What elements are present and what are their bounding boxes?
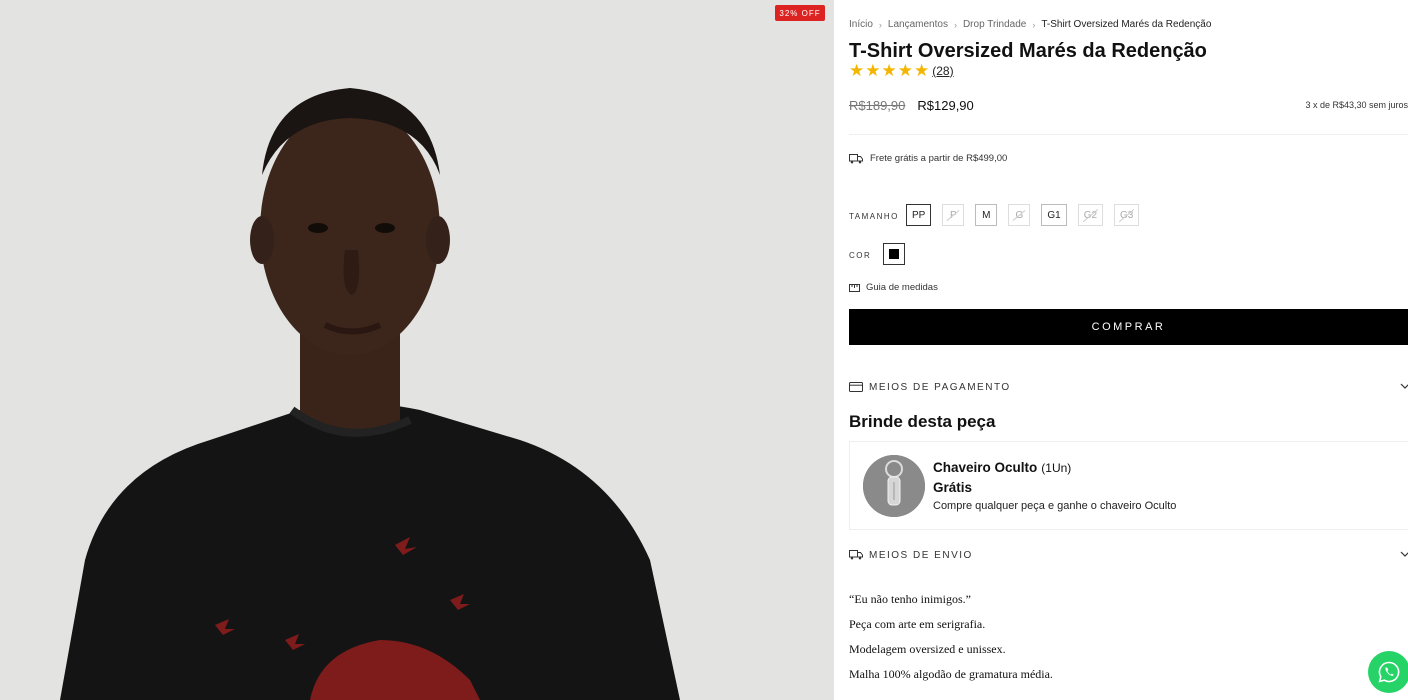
ruler-icon: [849, 283, 860, 292]
gift-description: Compre qualquer peça e ganhe o chaveiro …: [933, 500, 1177, 512]
free-shipping-notice: Frete grátis a partir de R$499,00: [849, 153, 1007, 164]
description-line: “Eu não tenho inimigos.”: [849, 592, 971, 606]
product-rating: ★ ★ ★ ★ ★ (28): [849, 62, 954, 79]
product-details-panel: Início › Lançamentos › Drop Trindade › T…: [834, 0, 1408, 700]
gift-free-label: Grátis: [933, 480, 973, 495]
keychain-icon: [863, 455, 925, 517]
size-option-g3[interactable]: G3: [1114, 204, 1140, 226]
description-line: Peça com arte em serigrafia.: [849, 617, 986, 631]
reviews-count-link[interactable]: (28): [932, 64, 953, 78]
star-icon: ★: [881, 61, 897, 80]
current-price: R$129,90: [917, 98, 974, 113]
buy-button[interactable]: COMPRAR: [849, 309, 1408, 345]
truck-icon: [849, 550, 863, 560]
gift-name-text: Chaveiro Oculto: [933, 460, 1038, 475]
star-icon: ★: [865, 61, 881, 80]
size-option-p[interactable]: P: [942, 204, 965, 226]
size-selector: PP P M G G1 G2 G3: [906, 204, 1150, 226]
shipping-methods-label: MEIOS DE ENVIO: [869, 549, 973, 561]
credit-card-icon: [849, 382, 863, 392]
color-swatch: [889, 249, 899, 259]
chevron-down-icon: [1400, 551, 1408, 557]
installments-text: 3 x de R$43,30 sem juros: [1305, 100, 1408, 110]
gift-name: Chaveiro Oculto (1Un): [933, 460, 1071, 475]
breadcrumb-drop-trindade[interactable]: Drop Trindade: [963, 19, 1026, 30]
size-option-g2[interactable]: G2: [1077, 204, 1104, 226]
size-option-m[interactable]: M: [975, 204, 998, 226]
size-option-pp[interactable]: PP: [906, 204, 932, 226]
price-block: R$189,90 R$129,90: [849, 98, 974, 113]
product-description: “Eu não tenho inimigos.” Peça com arte e…: [849, 590, 1053, 690]
shipping-methods-accordion[interactable]: MEIOS DE ENVIO: [849, 546, 1408, 564]
breadcrumb: Início › Lançamentos › Drop Trindade › T…: [849, 19, 1211, 30]
payment-methods-accordion[interactable]: MEIOS DE PAGAMENTO: [849, 378, 1408, 396]
old-price: R$189,90: [849, 98, 906, 113]
color-option-black[interactable]: [883, 243, 905, 265]
whatsapp-button[interactable]: [1368, 651, 1408, 693]
size-guide-link[interactable]: Guia de medidas: [849, 282, 938, 293]
size-guide-text: Guia de medidas: [866, 282, 938, 293]
description-line: Modelagem oversized e unissex.: [849, 642, 1006, 656]
gift-card: Chaveiro Oculto (1Un) Grátis Compre qualq…: [849, 441, 1408, 530]
star-icon: ★: [897, 61, 913, 80]
star-icon: ★: [849, 61, 865, 80]
breadcrumb-lancamentos[interactable]: Lançamentos: [888, 19, 948, 30]
size-option-g[interactable]: G: [1008, 204, 1031, 226]
truck-icon: [849, 153, 863, 163]
color-label: Cor: [849, 251, 872, 260]
discount-badge: 32% OFF: [775, 5, 825, 21]
star-icon: ★: [914, 61, 930, 80]
whatsapp-icon: [1378, 661, 1400, 683]
description-line: Malha 100% algodão de gramatura média.: [849, 667, 1053, 681]
gift-quantity: (1Un): [1041, 461, 1072, 475]
breadcrumb-current: T-Shirt Oversized Marés da Redenção: [1041, 19, 1212, 30]
breadcrumb-separator-icon: ›: [878, 19, 882, 30]
breadcrumb-separator-icon: ›: [953, 19, 957, 30]
free-shipping-text: Frete grátis a partir de R$499,00: [870, 153, 1008, 164]
size-option-g1[interactable]: G1: [1041, 204, 1067, 226]
payment-methods-label: MEIOS DE PAGAMENTO: [869, 381, 1011, 393]
size-label: Tamanho: [849, 212, 899, 221]
breadcrumb-separator-icon: ›: [1032, 19, 1036, 30]
product-photo-illustration: [60, 88, 680, 700]
gift-heading: Brinde desta peça: [849, 412, 996, 431]
breadcrumb-home[interactable]: Início: [849, 19, 873, 30]
gift-image: [863, 455, 925, 517]
divider: [849, 134, 1408, 135]
chevron-down-icon: [1400, 383, 1408, 389]
product-image[interactable]: 32% OFF: [0, 0, 834, 700]
product-title: T-Shirt Oversized Marés da Redenção: [849, 40, 1207, 62]
